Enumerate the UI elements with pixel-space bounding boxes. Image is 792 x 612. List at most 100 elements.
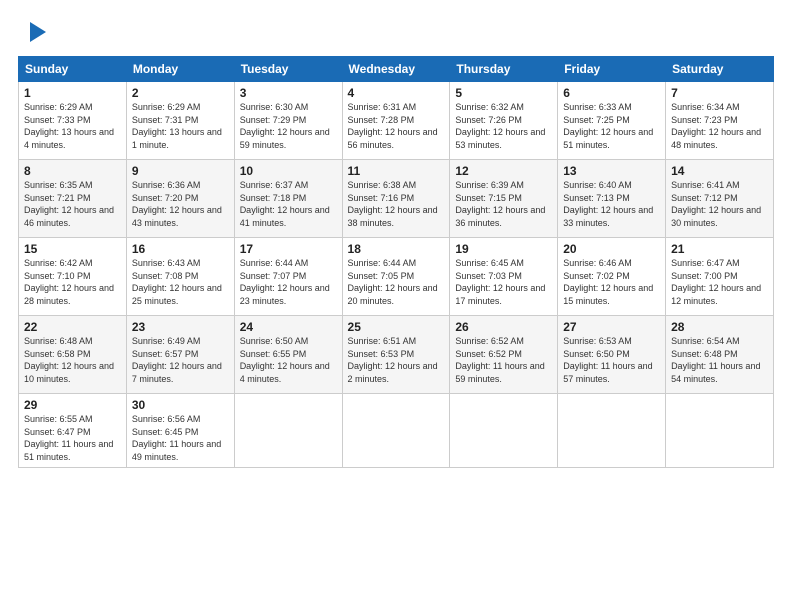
- day-info: Sunrise: 6:36 AM Sunset: 7:20 PM Dayligh…: [132, 179, 229, 229]
- day-number: 29: [24, 398, 121, 412]
- day-number: 12: [455, 164, 552, 178]
- day-number: 4: [348, 86, 445, 100]
- calendar-page: Sunday Monday Tuesday Wednesday Thursday…: [0, 0, 792, 612]
- table-row: [450, 394, 558, 468]
- table-row: 12 Sunrise: 6:39 AM Sunset: 7:15 PM Dayl…: [450, 160, 558, 238]
- table-row: [234, 394, 342, 468]
- table-row: [558, 394, 666, 468]
- day-info: Sunrise: 6:38 AM Sunset: 7:16 PM Dayligh…: [348, 179, 445, 229]
- day-number: 7: [671, 86, 768, 100]
- table-row: 1 Sunrise: 6:29 AM Sunset: 7:33 PM Dayli…: [19, 82, 127, 160]
- table-row: 8 Sunrise: 6:35 AM Sunset: 7:21 PM Dayli…: [19, 160, 127, 238]
- day-info: Sunrise: 6:52 AM Sunset: 6:52 PM Dayligh…: [455, 335, 552, 385]
- logo: [18, 18, 50, 46]
- day-info: Sunrise: 6:31 AM Sunset: 7:28 PM Dayligh…: [348, 101, 445, 151]
- day-info: Sunrise: 6:34 AM Sunset: 7:23 PM Dayligh…: [671, 101, 768, 151]
- day-info: Sunrise: 6:42 AM Sunset: 7:10 PM Dayligh…: [24, 257, 121, 307]
- col-monday: Monday: [126, 57, 234, 82]
- day-number: 2: [132, 86, 229, 100]
- day-number: 6: [563, 86, 660, 100]
- table-row: 17 Sunrise: 6:44 AM Sunset: 7:07 PM Dayl…: [234, 238, 342, 316]
- day-number: 14: [671, 164, 768, 178]
- day-number: 25: [348, 320, 445, 334]
- table-row: 29 Sunrise: 6:55 AM Sunset: 6:47 PM Dayl…: [19, 394, 127, 468]
- col-tuesday: Tuesday: [234, 57, 342, 82]
- table-row: 4 Sunrise: 6:31 AM Sunset: 7:28 PM Dayli…: [342, 82, 450, 160]
- day-number: 27: [563, 320, 660, 334]
- table-row: 6 Sunrise: 6:33 AM Sunset: 7:25 PM Dayli…: [558, 82, 666, 160]
- table-row: 15 Sunrise: 6:42 AM Sunset: 7:10 PM Dayl…: [19, 238, 127, 316]
- day-info: Sunrise: 6:50 AM Sunset: 6:55 PM Dayligh…: [240, 335, 337, 385]
- col-saturday: Saturday: [666, 57, 774, 82]
- day-number: 3: [240, 86, 337, 100]
- table-row: [666, 394, 774, 468]
- table-row: 3 Sunrise: 6:30 AM Sunset: 7:29 PM Dayli…: [234, 82, 342, 160]
- table-row: 19 Sunrise: 6:45 AM Sunset: 7:03 PM Dayl…: [450, 238, 558, 316]
- table-row: 7 Sunrise: 6:34 AM Sunset: 7:23 PM Dayli…: [666, 82, 774, 160]
- day-number: 13: [563, 164, 660, 178]
- table-row: 16 Sunrise: 6:43 AM Sunset: 7:08 PM Dayl…: [126, 238, 234, 316]
- table-row: 27 Sunrise: 6:53 AM Sunset: 6:50 PM Dayl…: [558, 316, 666, 394]
- day-info: Sunrise: 6:51 AM Sunset: 6:53 PM Dayligh…: [348, 335, 445, 385]
- day-number: 5: [455, 86, 552, 100]
- day-info: Sunrise: 6:43 AM Sunset: 7:08 PM Dayligh…: [132, 257, 229, 307]
- col-wednesday: Wednesday: [342, 57, 450, 82]
- day-info: Sunrise: 6:33 AM Sunset: 7:25 PM Dayligh…: [563, 101, 660, 151]
- day-number: 15: [24, 242, 121, 256]
- day-info: Sunrise: 6:53 AM Sunset: 6:50 PM Dayligh…: [563, 335, 660, 385]
- day-info: Sunrise: 6:29 AM Sunset: 7:31 PM Dayligh…: [132, 101, 229, 151]
- table-row: 20 Sunrise: 6:46 AM Sunset: 7:02 PM Dayl…: [558, 238, 666, 316]
- table-row: [342, 394, 450, 468]
- table-row: 14 Sunrise: 6:41 AM Sunset: 7:12 PM Dayl…: [666, 160, 774, 238]
- day-number: 8: [24, 164, 121, 178]
- day-number: 9: [132, 164, 229, 178]
- day-info: Sunrise: 6:37 AM Sunset: 7:18 PM Dayligh…: [240, 179, 337, 229]
- table-row: 21 Sunrise: 6:47 AM Sunset: 7:00 PM Dayl…: [666, 238, 774, 316]
- day-info: Sunrise: 6:48 AM Sunset: 6:58 PM Dayligh…: [24, 335, 121, 385]
- page-header: [18, 18, 774, 46]
- day-number: 16: [132, 242, 229, 256]
- table-row: 10 Sunrise: 6:37 AM Sunset: 7:18 PM Dayl…: [234, 160, 342, 238]
- day-number: 21: [671, 242, 768, 256]
- day-info: Sunrise: 6:30 AM Sunset: 7:29 PM Dayligh…: [240, 101, 337, 151]
- table-row: 23 Sunrise: 6:49 AM Sunset: 6:57 PM Dayl…: [126, 316, 234, 394]
- table-row: 28 Sunrise: 6:54 AM Sunset: 6:48 PM Dayl…: [666, 316, 774, 394]
- day-info: Sunrise: 6:56 AM Sunset: 6:45 PM Dayligh…: [132, 413, 229, 463]
- day-number: 1: [24, 86, 121, 100]
- calendar-table: Sunday Monday Tuesday Wednesday Thursday…: [18, 56, 774, 468]
- day-number: 19: [455, 242, 552, 256]
- col-sunday: Sunday: [19, 57, 127, 82]
- table-row: 2 Sunrise: 6:29 AM Sunset: 7:31 PM Dayli…: [126, 82, 234, 160]
- day-info: Sunrise: 6:41 AM Sunset: 7:12 PM Dayligh…: [671, 179, 768, 229]
- day-info: Sunrise: 6:44 AM Sunset: 7:07 PM Dayligh…: [240, 257, 337, 307]
- day-number: 18: [348, 242, 445, 256]
- day-info: Sunrise: 6:49 AM Sunset: 6:57 PM Dayligh…: [132, 335, 229, 385]
- day-number: 20: [563, 242, 660, 256]
- table-row: 9 Sunrise: 6:36 AM Sunset: 7:20 PM Dayli…: [126, 160, 234, 238]
- day-number: 24: [240, 320, 337, 334]
- day-info: Sunrise: 6:44 AM Sunset: 7:05 PM Dayligh…: [348, 257, 445, 307]
- logo-icon: [22, 18, 50, 46]
- day-info: Sunrise: 6:45 AM Sunset: 7:03 PM Dayligh…: [455, 257, 552, 307]
- day-info: Sunrise: 6:39 AM Sunset: 7:15 PM Dayligh…: [455, 179, 552, 229]
- day-number: 26: [455, 320, 552, 334]
- day-number: 11: [348, 164, 445, 178]
- table-row: 11 Sunrise: 6:38 AM Sunset: 7:16 PM Dayl…: [342, 160, 450, 238]
- day-info: Sunrise: 6:35 AM Sunset: 7:21 PM Dayligh…: [24, 179, 121, 229]
- table-row: 13 Sunrise: 6:40 AM Sunset: 7:13 PM Dayl…: [558, 160, 666, 238]
- table-row: 24 Sunrise: 6:50 AM Sunset: 6:55 PM Dayl…: [234, 316, 342, 394]
- day-info: Sunrise: 6:55 AM Sunset: 6:47 PM Dayligh…: [24, 413, 121, 463]
- day-info: Sunrise: 6:40 AM Sunset: 7:13 PM Dayligh…: [563, 179, 660, 229]
- day-info: Sunrise: 6:32 AM Sunset: 7:26 PM Dayligh…: [455, 101, 552, 151]
- day-number: 28: [671, 320, 768, 334]
- calendar-header-row: Sunday Monday Tuesday Wednesday Thursday…: [19, 57, 774, 82]
- day-info: Sunrise: 6:29 AM Sunset: 7:33 PM Dayligh…: [24, 101, 121, 151]
- day-number: 10: [240, 164, 337, 178]
- table-row: 25 Sunrise: 6:51 AM Sunset: 6:53 PM Dayl…: [342, 316, 450, 394]
- day-number: 23: [132, 320, 229, 334]
- day-info: Sunrise: 6:47 AM Sunset: 7:00 PM Dayligh…: [671, 257, 768, 307]
- day-number: 30: [132, 398, 229, 412]
- day-number: 17: [240, 242, 337, 256]
- table-row: 26 Sunrise: 6:52 AM Sunset: 6:52 PM Dayl…: [450, 316, 558, 394]
- col-thursday: Thursday: [450, 57, 558, 82]
